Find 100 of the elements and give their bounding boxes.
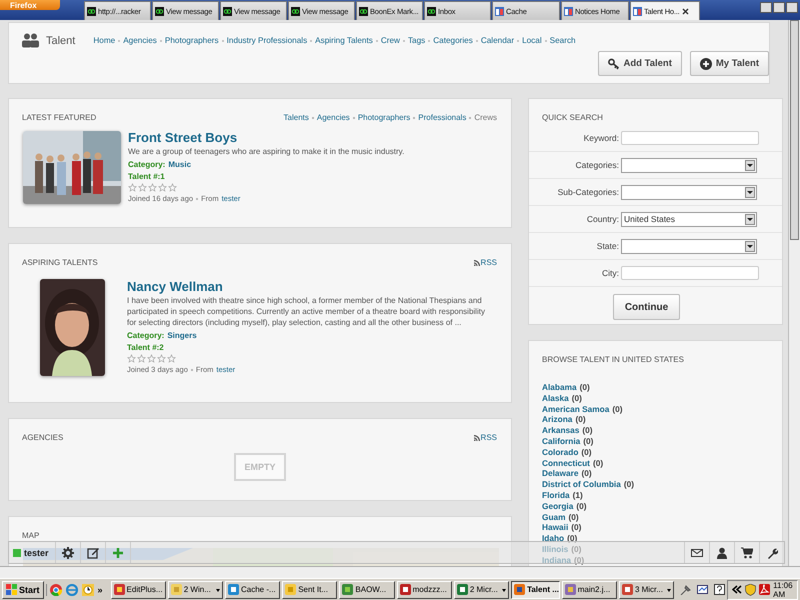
talent-name-link[interactable]: Front Street Boys bbox=[128, 130, 238, 145]
star-icon bbox=[127, 354, 136, 363]
caret-icon[interactable] bbox=[216, 588, 220, 594]
nav-link[interactable]: Local bbox=[522, 36, 542, 45]
minimize-button[interactable] bbox=[760, 2, 772, 13]
state-link[interactable]: Georgia bbox=[542, 500, 574, 512]
taskbar-button[interactable]: BAOW... bbox=[339, 580, 395, 598]
tool-icon[interactable] bbox=[680, 584, 692, 595]
state-link[interactable]: Arkansas bbox=[542, 425, 580, 436]
mail-icon[interactable] bbox=[691, 546, 703, 558]
start-button[interactable]: Start bbox=[2, 580, 44, 598]
dropdown[interactable]: United States bbox=[621, 212, 757, 226]
category-link[interactable]: Singers bbox=[167, 331, 197, 340]
user-icon[interactable] bbox=[716, 546, 728, 558]
add-button[interactable]: Add Talent bbox=[598, 51, 682, 76]
filter-link[interactable]: Agencies bbox=[316, 113, 350, 122]
clock: 11:06 AM bbox=[773, 580, 794, 598]
my-button[interactable]: My Talent bbox=[690, 51, 769, 76]
text-field[interactable] bbox=[621, 266, 759, 280]
shield-icon[interactable] bbox=[745, 584, 756, 596]
state-link[interactable]: Alaska bbox=[542, 392, 569, 404]
taskbar-button[interactable]: 3 Micr... bbox=[618, 580, 674, 598]
state-count: (0) bbox=[612, 404, 622, 414]
nav-link[interactable]: Crew bbox=[380, 36, 400, 45]
caret-icon[interactable] bbox=[667, 588, 672, 594]
app-icon bbox=[622, 584, 633, 595]
wrench-icon[interactable] bbox=[766, 546, 778, 558]
nav-link[interactable]: Agencies bbox=[123, 36, 157, 45]
nav-link[interactable]: Tags bbox=[408, 36, 426, 45]
rss-link[interactable]: RSS bbox=[474, 433, 497, 442]
state-link[interactable]: Idaho bbox=[542, 533, 564, 544]
state-link[interactable]: District of Columbia bbox=[542, 479, 621, 490]
state-count: (0) bbox=[571, 522, 582, 534]
site-icon bbox=[223, 6, 232, 16]
dropdown[interactable] bbox=[621, 184, 757, 200]
monitor-icon[interactable] bbox=[697, 584, 708, 595]
rss-link[interactable]: RSS bbox=[474, 258, 497, 267]
calendar-icon bbox=[495, 6, 504, 16]
taskbar-button[interactable]: Talent ... bbox=[511, 580, 560, 598]
user-menu[interactable]: tester bbox=[9, 542, 56, 563]
taskbar-button[interactable]: modzzz... bbox=[396, 580, 452, 598]
horizontal-scrollbar[interactable] bbox=[0, 566, 800, 578]
nav-link[interactable]: Industry Professionals bbox=[226, 36, 308, 45]
star-icon bbox=[138, 183, 147, 192]
state-link[interactable]: Connecticut bbox=[542, 458, 590, 468]
continue-button[interactable]: Continue bbox=[612, 294, 680, 320]
maximize-button[interactable] bbox=[773, 2, 785, 13]
pdf-icon[interactable] bbox=[759, 584, 770, 595]
filter-link[interactable]: Talents bbox=[284, 113, 309, 122]
state-link[interactable]: Hawaii bbox=[542, 522, 568, 534]
dropdown[interactable] bbox=[621, 238, 757, 254]
state-link[interactable]: Delaware bbox=[542, 468, 578, 480]
nav-link[interactable]: Aspiring Talents bbox=[315, 36, 373, 45]
gear-icon[interactable] bbox=[62, 546, 74, 558]
state-link[interactable]: Arizona bbox=[542, 414, 572, 426]
nav-link[interactable]: Home bbox=[93, 36, 116, 45]
star-icon bbox=[158, 183, 167, 192]
state-link[interactable]: Alabama bbox=[542, 382, 577, 393]
taskbar-button[interactable]: 2 Win... bbox=[168, 580, 223, 598]
browser-icon[interactable] bbox=[50, 584, 62, 596]
state-count: (0) bbox=[572, 392, 582, 404]
category-link[interactable]: Music bbox=[168, 160, 192, 169]
dropdown[interactable] bbox=[621, 158, 757, 172]
clock-icon[interactable] bbox=[82, 584, 94, 596]
rss-icon bbox=[474, 434, 480, 440]
text-field[interactable] bbox=[621, 131, 759, 145]
close-icon[interactable] bbox=[682, 8, 689, 14]
nav-link[interactable]: Categories bbox=[433, 36, 473, 45]
vertical-scrollbar[interactable] bbox=[788, 20, 800, 566]
state-count: (1) bbox=[572, 490, 583, 501]
category-label: Category: bbox=[127, 331, 164, 340]
windows-logo-icon bbox=[6, 584, 17, 595]
nav-link[interactable]: Photographers bbox=[164, 36, 219, 45]
filter-link[interactable]: Professionals bbox=[418, 113, 466, 122]
taskbar-button[interactable]: 2 Micr... bbox=[454, 580, 510, 598]
more-button[interactable]: » bbox=[98, 584, 103, 594]
close-button[interactable] bbox=[786, 2, 798, 13]
state-link[interactable]: Florida bbox=[542, 490, 570, 501]
state-link[interactable]: Colorado bbox=[542, 446, 578, 458]
caret-icon[interactable] bbox=[502, 588, 506, 594]
state-link[interactable]: American Samoa bbox=[542, 404, 610, 414]
edit-icon[interactable] bbox=[86, 546, 99, 558]
plus-icon[interactable] bbox=[112, 546, 124, 558]
taskbar-button[interactable]: EditPlus... bbox=[110, 580, 166, 598]
state-link[interactable]: California bbox=[542, 436, 580, 447]
state-count: (0) bbox=[583, 436, 594, 447]
taskbar-button[interactable]: Sent It... bbox=[282, 580, 338, 598]
filter-link[interactable]: Photographers bbox=[358, 113, 410, 122]
state-link[interactable]: Guam bbox=[542, 512, 566, 522]
talent-name-link[interactable]: Nancy Wellman bbox=[127, 279, 223, 294]
nav-link[interactable]: Search bbox=[550, 36, 576, 45]
nav-link[interactable]: Calendar bbox=[480, 36, 514, 45]
filter-link[interactable]: Crews bbox=[474, 113, 497, 122]
taskbar-button[interactable]: Cache -... bbox=[224, 580, 280, 598]
scroll-thumb[interactable] bbox=[790, 20, 799, 240]
field-label: City: bbox=[601, 268, 620, 278]
cart-icon[interactable] bbox=[741, 546, 753, 558]
chevron-icon[interactable] bbox=[732, 585, 742, 594]
help-icon[interactable] bbox=[714, 584, 726, 595]
taskbar-button[interactable]: main2.j... bbox=[562, 580, 617, 598]
